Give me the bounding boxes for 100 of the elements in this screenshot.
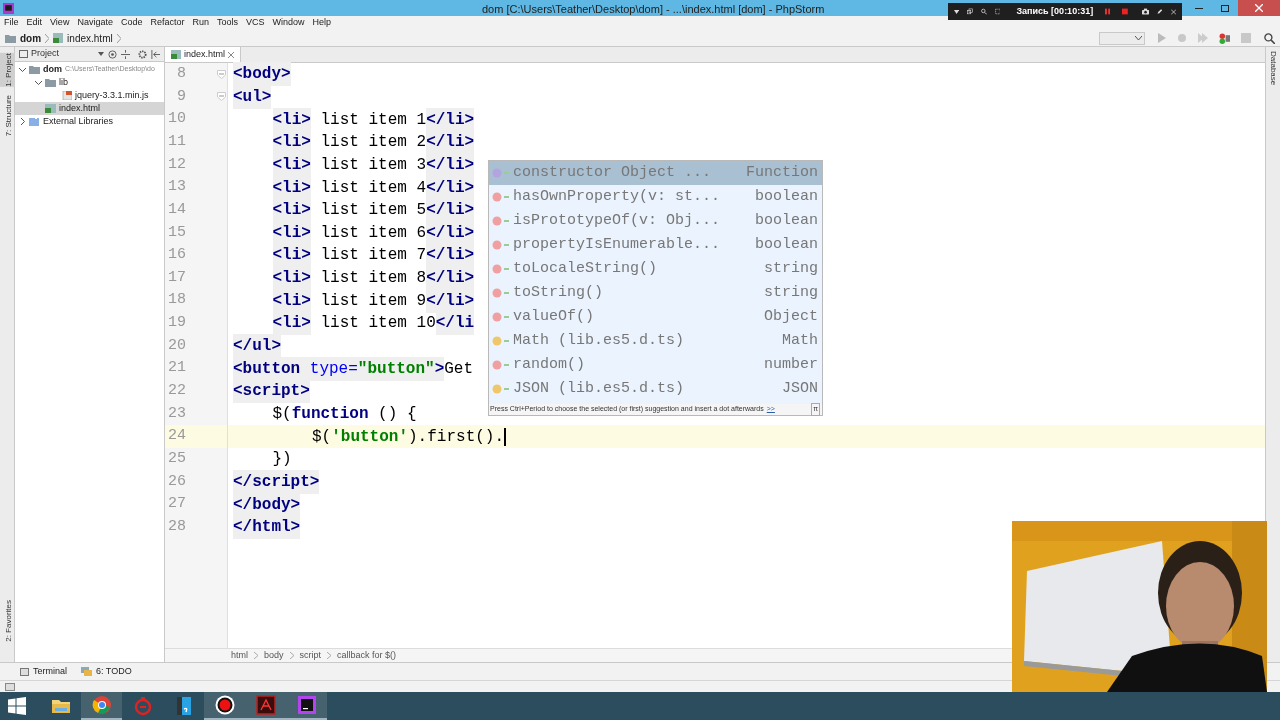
completion-item[interactable]: hasOwnProperty(v: st... boolean <box>489 185 822 209</box>
menu-item[interactable]: VCS <box>246 16 265 30</box>
code-line: <li> list item 4</li> <box>228 175 475 200</box>
menu-item[interactable]: Tools <box>216 16 238 30</box>
locate-icon[interactable] <box>108 49 117 59</box>
close-button[interactable] <box>1238 0 1280 16</box>
menu-item[interactable]: Edit <box>26 16 43 30</box>
folder-icon <box>5 33 16 43</box>
tool-window-tab[interactable]: Database <box>1267 51 1279 86</box>
tool-window-toggle[interactable] <box>5 682 15 691</box>
completion-item[interactable]: Math (lib.es5.d.ts) Math <box>489 329 822 353</box>
line-number: 18 <box>167 290 186 311</box>
menu-item[interactable]: View <box>50 16 70 30</box>
code-line: <li> list item 9</li> <box>228 288 475 313</box>
visibility-icon <box>504 338 509 344</box>
code-line: <li> list item 3</li> <box>228 152 475 177</box>
tool-window-tab[interactable]: 7: Structure <box>0 94 15 137</box>
dropdown-icon[interactable] <box>954 8 960 15</box>
tree-item[interactable]: External Libraries <box>15 115 164 128</box>
windows-logo-icon[interactable] <box>8 697 26 715</box>
close-icon[interactable] <box>228 51 235 58</box>
pause-icon[interactable] <box>1105 7 1111 16</box>
menu-item[interactable]: File <box>4 16 19 30</box>
taskbar-button[interactable] <box>204 692 245 720</box>
text-cursor <box>504 427 507 446</box>
method-icon <box>492 312 502 322</box>
breadcrumb-item[interactable]: index.html <box>67 30 113 46</box>
visibility-icon <box>504 194 509 200</box>
menu-item[interactable]: Run <box>192 16 209 30</box>
taskbar-button[interactable] <box>286 692 327 720</box>
chevron-icon[interactable] <box>19 66 26 73</box>
line-number: 10 <box>167 109 186 130</box>
visibility-icon <box>504 218 509 224</box>
settings-icon[interactable] <box>138 49 147 59</box>
sync-icon[interactable] <box>1219 32 1230 44</box>
html-file-icon <box>171 50 181 59</box>
tool-window-tab[interactable]: 1: Project <box>0 53 15 87</box>
completion-item[interactable]: valueOf() Object <box>489 305 822 329</box>
tool-window-button[interactable]: 6: TODO <box>81 664 132 679</box>
stop-icon[interactable] <box>1122 7 1129 16</box>
line-number: 23 <box>167 403 186 424</box>
chevron-icon[interactable] <box>19 118 26 125</box>
completion-item[interactable]: random() number <box>489 353 822 377</box>
folder-icon <box>45 78 56 87</box>
breadcrumb-item[interactable]: body <box>264 648 284 663</box>
tool-window-tab[interactable]: 2: Favorites <box>0 600 15 642</box>
chevron-icon <box>254 652 258 659</box>
breadcrumb-item[interactable]: script <box>299 648 322 663</box>
breadcrumb-item[interactable]: callback for $() <box>337 648 397 663</box>
breadcrumb-item[interactable]: html <box>231 648 248 663</box>
panel-icon <box>19 50 28 58</box>
visibility-icon <box>504 266 509 272</box>
menu-item[interactable]: Code <box>120 16 143 30</box>
completion-item[interactable]: isPrototypeOf(v: Obj... boolean <box>489 209 822 233</box>
line-number: 11 <box>167 132 186 152</box>
line-number: 28 <box>167 516 186 537</box>
line-number: 16 <box>167 245 186 266</box>
line-number: 12 <box>167 154 186 175</box>
completion-item[interactable]: toString() string <box>489 281 822 305</box>
code-line: <li> list item 6</li> <box>228 220 475 245</box>
html-file-icon <box>45 104 56 113</box>
tool-window-button[interactable]: Terminal <box>20 664 67 679</box>
breadcrumb-item[interactable]: dom <box>20 30 42 46</box>
chevron-icon[interactable] <box>35 79 42 86</box>
visibility-icon <box>504 362 509 368</box>
editor-tab[interactable]: index.html <box>165 47 242 62</box>
pencil-icon[interactable] <box>1157 7 1163 16</box>
hide-panel-icon[interactable] <box>151 49 160 59</box>
tree-item[interactable]: index.html <box>15 102 164 115</box>
search-icon[interactable] <box>1264 32 1275 44</box>
browser-icon <box>90 694 113 716</box>
completion-item[interactable]: JSON (lib.es5.d.ts) JSON <box>489 377 822 401</box>
method-icon <box>492 360 502 370</box>
code-line: <li> list item 2</li> <box>228 130 475 155</box>
chevron-icon <box>327 652 332 659</box>
menu-item[interactable]: Refactor <box>150 16 185 30</box>
camera-icon[interactable] <box>1142 7 1150 16</box>
code-line: <button type="button">Get <box>228 356 474 381</box>
method-icon <box>492 264 502 274</box>
search-icon[interactable] <box>980 7 987 16</box>
region-icon[interactable] <box>994 7 1001 16</box>
line-number: 20 <box>167 335 186 356</box>
chevron-icon <box>116 33 121 43</box>
app-logo-icon <box>3 2 14 14</box>
menu-item[interactable]: Window <box>272 16 305 30</box>
line-number: 8 <box>176 64 186 85</box>
code-line: $('button').first(). <box>311 426 507 448</box>
visibility-icon <box>504 386 509 392</box>
menu-item[interactable]: Navigate <box>77 16 113 30</box>
variable-icon <box>492 336 502 346</box>
method-icon <box>492 192 502 202</box>
tree-item[interactable]: lib <box>15 76 164 89</box>
completion-item[interactable]: propertyIsEnumerable... boolean <box>489 233 822 257</box>
windows-icon[interactable] <box>967 7 973 16</box>
menu-item[interactable]: Help <box>312 16 332 30</box>
checklist-icon <box>81 667 92 676</box>
line-number: 9 <box>176 86 186 107</box>
completion-item[interactable]: toLocaleString() string <box>489 257 822 281</box>
tree-item[interactable]: jquery-3.3.1.min.js <box>15 89 164 102</box>
collapse-icon[interactable] <box>121 49 130 59</box>
